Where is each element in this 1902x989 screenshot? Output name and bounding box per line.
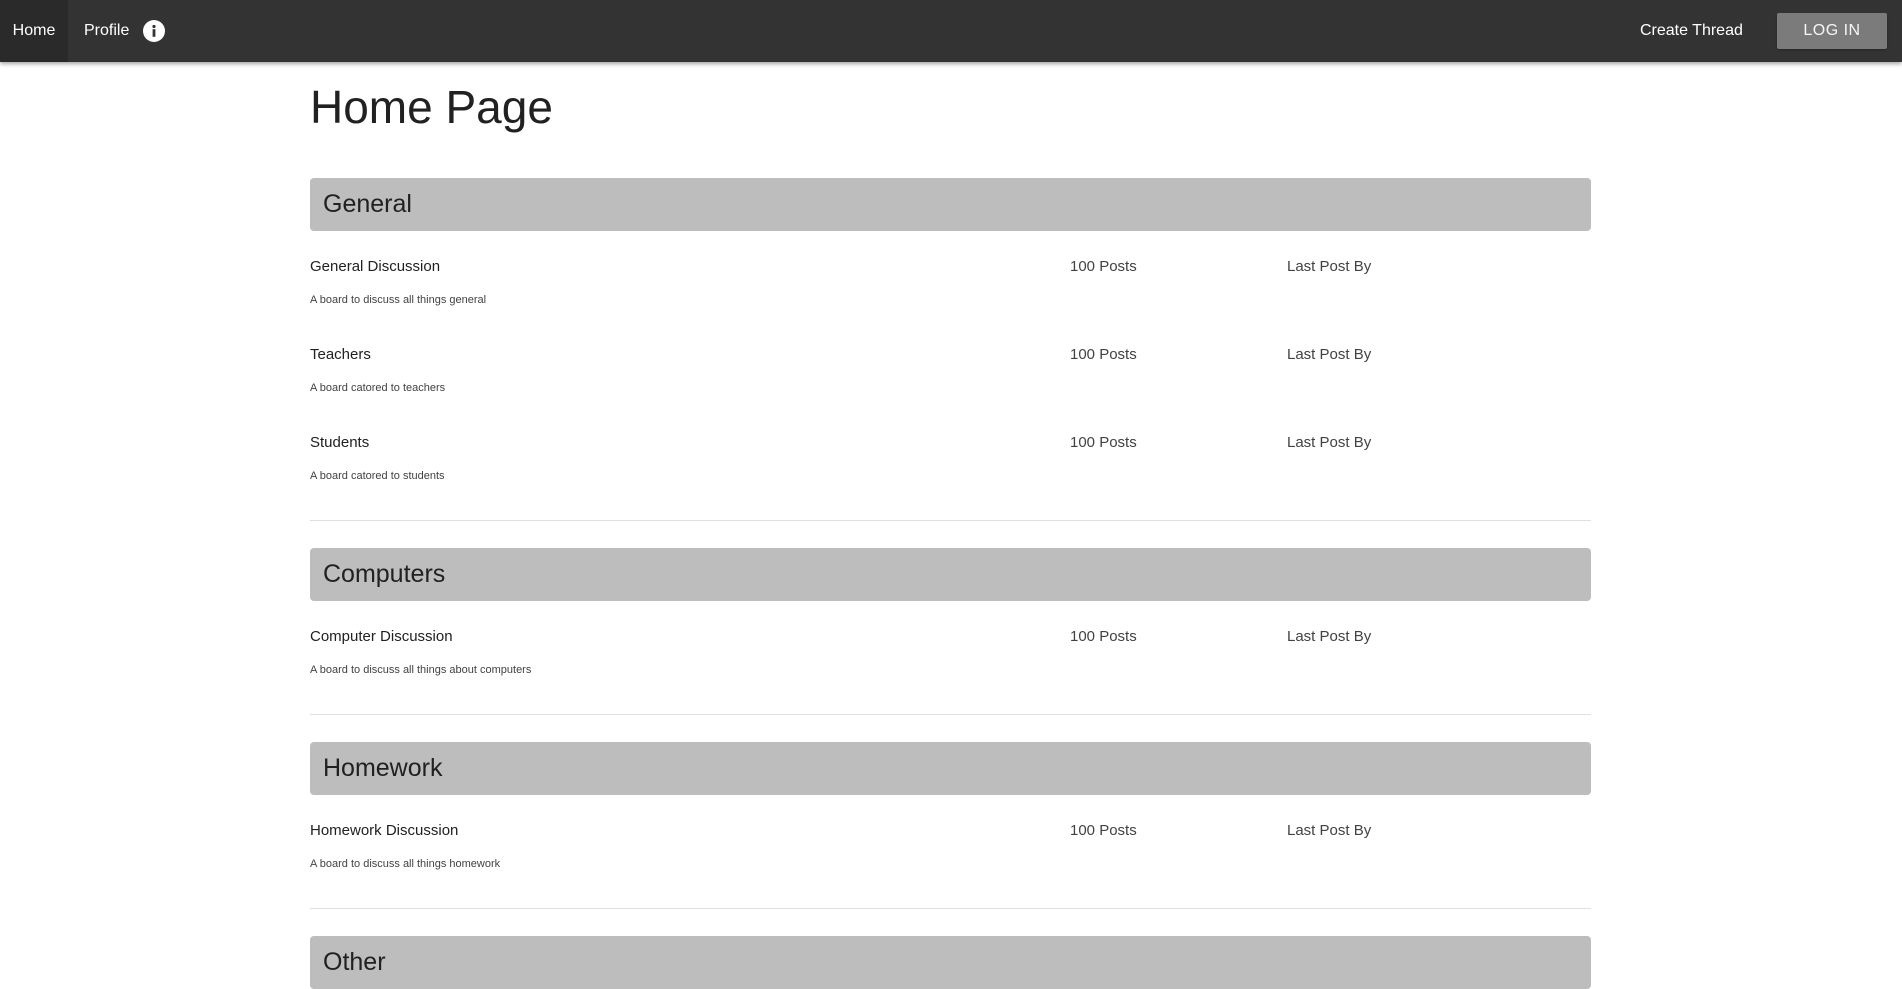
board-post-count: 100 Posts <box>1070 346 1137 363</box>
nav-home-link[interactable]: Home <box>0 0 68 62</box>
board-last-post: Last Post By <box>1287 822 1372 839</box>
section-divider <box>310 520 1591 521</box>
board-description: A board catored to teachers <box>310 382 446 394</box>
board-last-post: Last Post By <box>1287 434 1372 451</box>
top-navbar: Home Profile Create Thread LOG IN <box>0 0 1902 62</box>
board-post-count: 100 Posts <box>1070 258 1137 275</box>
board-post-count: 100 Posts <box>1070 628 1137 645</box>
category-title: Computers <box>323 560 446 588</box>
category-header-general: General <box>310 178 1591 231</box>
nav-profile-link[interactable]: Profile <box>68 0 145 62</box>
section-divider <box>310 908 1591 909</box>
section-divider <box>310 714 1591 715</box>
board-description: A board to discuss all things general <box>310 294 487 306</box>
board-description: A board to discuss all things homework <box>310 858 501 870</box>
page-title: Home Page <box>310 81 553 133</box>
board-link-homework-discussion[interactable]: Homework Discussion <box>310 822 458 839</box>
board-last-post: Last Post By <box>1287 258 1372 275</box>
info-icon[interactable] <box>143 20 165 42</box>
category-header-homework: Homework <box>310 742 1591 795</box>
board-last-post: Last Post By <box>1287 346 1372 363</box>
category-header-computers: Computers <box>310 548 1591 601</box>
board-link-computer-discussion[interactable]: Computer Discussion <box>310 628 453 645</box>
board-last-post: Last Post By <box>1287 628 1372 645</box>
board-description: A board catored to students <box>310 470 445 482</box>
board-link-students[interactable]: Students <box>310 434 369 451</box>
create-thread-link[interactable]: Create Thread <box>1640 0 1743 62</box>
board-post-count: 100 Posts <box>1070 434 1137 451</box>
category-header-other: Other <box>310 936 1591 989</box>
board-link-general-discussion[interactable]: General Discussion <box>310 258 440 275</box>
category-title: General <box>323 190 412 218</box>
board-link-teachers[interactable]: Teachers <box>310 346 371 363</box>
login-button[interactable]: LOG IN <box>1777 13 1887 49</box>
board-post-count: 100 Posts <box>1070 822 1137 839</box>
category-title: Homework <box>323 754 443 782</box>
board-description: A board to discuss all things about comp… <box>310 664 532 676</box>
